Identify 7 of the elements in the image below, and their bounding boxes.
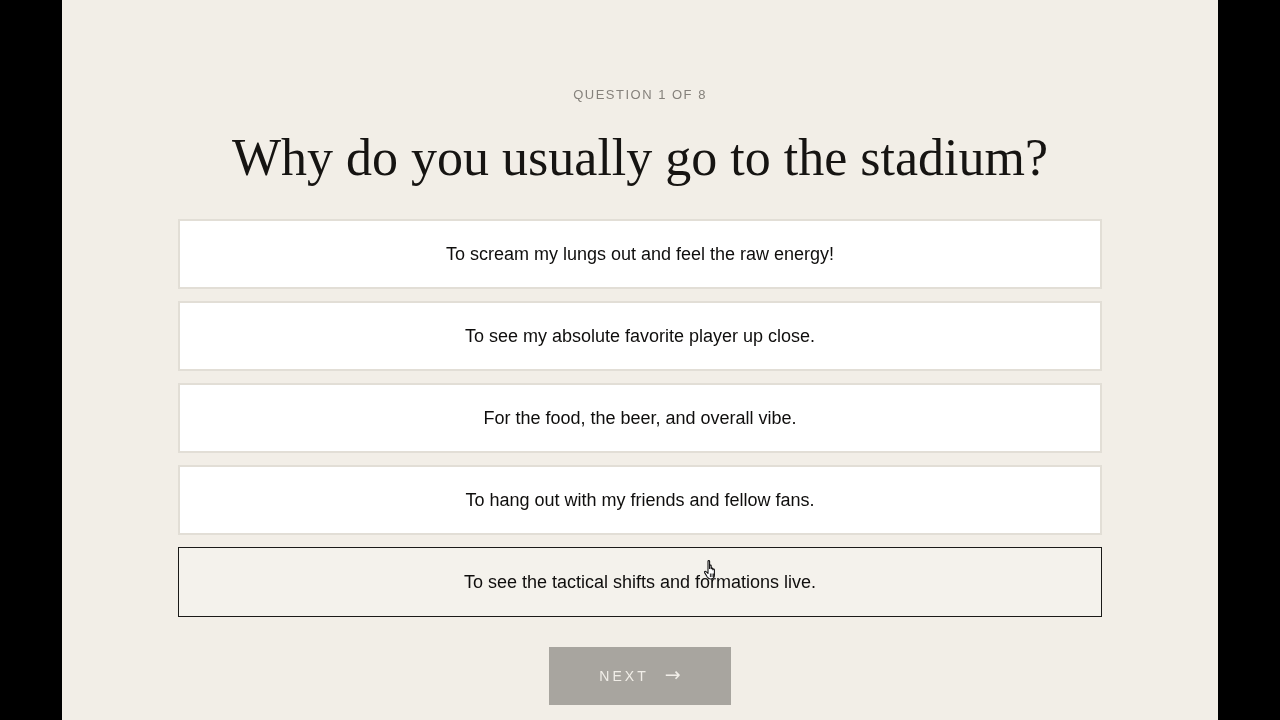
answer-option[interactable]: To see the tactical shifts and formations live. [178,547,1102,617]
answer-option[interactable]: To hang out with my friends and fellow fans. [178,465,1102,535]
answer-option[interactable]: To scream my lungs out and feel the raw energy! [178,219,1102,289]
question-number-label: QUESTION 1 OF 8 [573,86,707,104]
answer-option[interactable]: To see my absolute favorite player up close. [178,301,1102,371]
question-title: Why do you usually go to the stadium? [232,128,1048,188]
answer-option[interactable]: For the food, the beer, and overall vibe. [178,383,1102,453]
